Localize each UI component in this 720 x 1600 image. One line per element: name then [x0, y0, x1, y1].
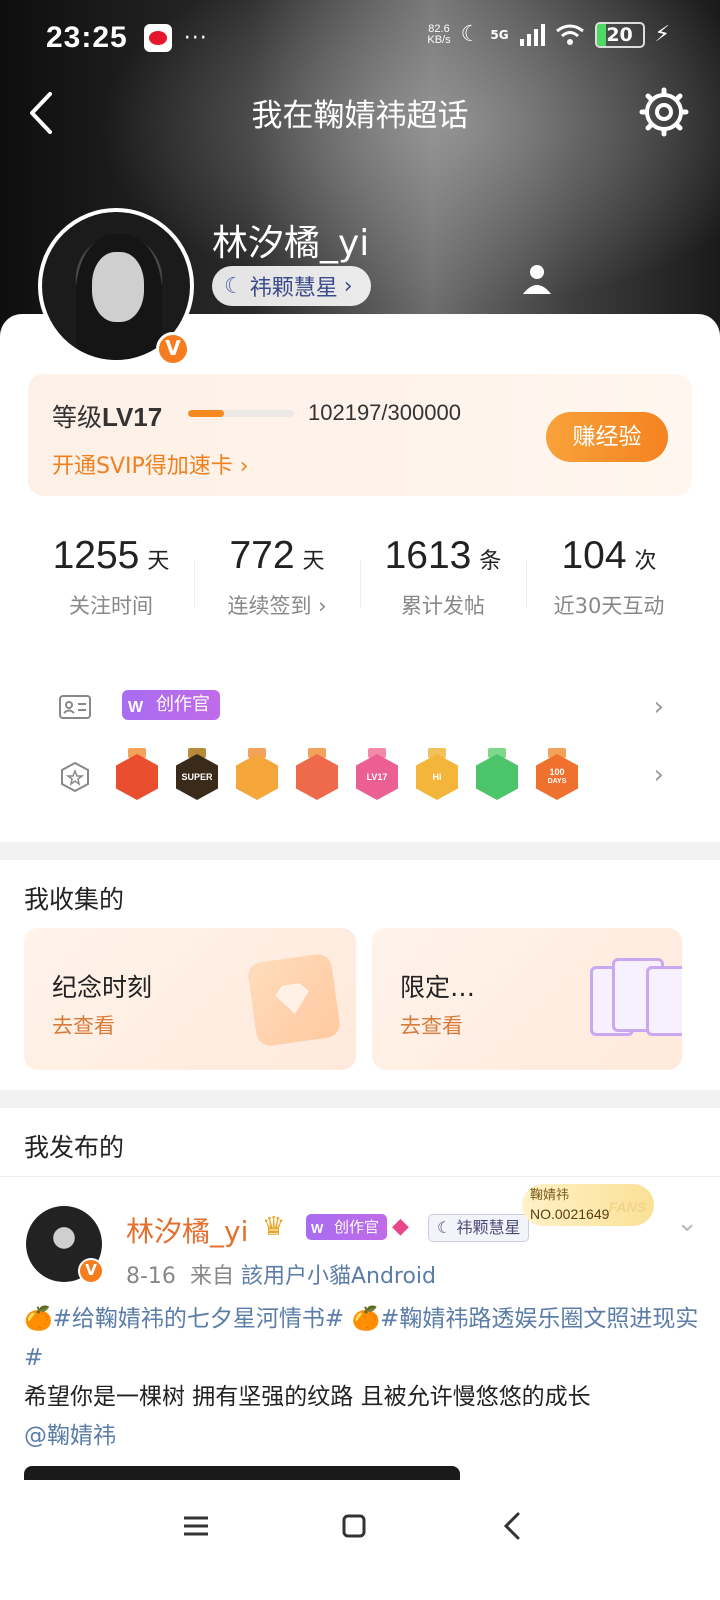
- post-meta: 8-16 来自 該用户小貓Android: [126, 1264, 437, 1289]
- fans-badge[interactable]: 鞠婧祎 NO.0021649 FANS: [522, 1184, 654, 1226]
- fan-level-title-pill[interactable]: ☾ 祎颗慧星 ›: [212, 266, 371, 306]
- medal-badge: LV17: [354, 748, 400, 804]
- level-label: 等级LV17: [52, 402, 163, 432]
- medal-badge: [234, 748, 280, 804]
- collections-title: 我收集的: [24, 885, 125, 914]
- id-card-icon: [59, 695, 91, 719]
- profile-name: 林汐橘_yi: [212, 223, 370, 264]
- level-exp: 102197/300000: [308, 400, 461, 425]
- crown-icon: ♛: [262, 1212, 286, 1242]
- wifi-icon: [555, 24, 584, 45]
- status-time: 23:25: [46, 21, 128, 54]
- charging-icon: ⚡: [654, 22, 670, 47]
- stat-interactions: 104 次 近30天互动: [526, 524, 692, 644]
- mention-link[interactable]: @鞠婧祎: [24, 1423, 116, 1449]
- section-divider: [0, 1090, 720, 1108]
- network-speed: 82.6 KB/s: [427, 23, 451, 46]
- profile-card: 等级LV17 102197/300000 开通SVIP得加速卡 › 赚经验 12…: [0, 314, 720, 844]
- stat-checkin-days[interactable]: 772 天 连续签到 ›: [194, 524, 360, 644]
- post-text: 希望你是一棵树 拥有坚强的纹路 且被允许慢悠悠的成长: [24, 1384, 591, 1410]
- page-title: 我在鞠婧祎超话: [251, 98, 469, 134]
- medal-badge: Hi: [414, 748, 460, 804]
- stats-row: 1255 天 关注时间 772 天 连续签到 › 1613 条 累计发帖 104 次 近…: [28, 524, 692, 644]
- battery-icon: 20: [594, 22, 645, 48]
- chevron-right-icon: ›: [311, 594, 327, 618]
- level-progress-bar: [188, 410, 294, 417]
- collection-card-moments[interactable]: 纪念时刻 去查看: [24, 928, 356, 1070]
- diamond-icon: ◆: [392, 1214, 409, 1239]
- level-card: 等级LV17 102197/300000 开通SVIP得加速卡 › 赚经验: [28, 374, 692, 496]
- post-body: 🍊#给鞠婧祎的七夕星河情书# 🍊#鞠婧祎路透娱乐圈文照进现实# 希望你是一棵树 …: [24, 1300, 700, 1456]
- menu-icon[interactable]: [176, 1506, 216, 1546]
- medal-badge: [294, 748, 340, 804]
- chevron-right-icon[interactable]: ›: [654, 692, 664, 722]
- system-nav-bar: [0, 1480, 720, 1600]
- avatar[interactable]: V: [38, 208, 194, 366]
- collectible-cards-icon: [590, 958, 682, 1038]
- signal-icon: [519, 24, 545, 46]
- top-nav-bar: 我在鞠婧祎超话: [0, 76, 720, 148]
- section-divider: [0, 842, 720, 860]
- post-creator-tag[interactable]: W 创作官: [306, 1214, 388, 1240]
- post-image[interactable]: [24, 1466, 460, 1480]
- fan-level-title: 祎颗慧星: [249, 276, 338, 301]
- creator-tag[interactable]: W 创作官: [122, 690, 220, 720]
- back-triangle-icon[interactable]: [494, 1506, 534, 1546]
- calendar-diamond-icon: [246, 952, 342, 1048]
- chevron-down-icon[interactable]: ⌄: [676, 1208, 698, 1238]
- home-square-icon[interactable]: [334, 1506, 374, 1546]
- posts-title: 我发布的: [24, 1133, 125, 1162]
- do-not-disturb-moon-icon: ☾: [460, 22, 481, 47]
- medal-badge: 100 DAYS: [534, 748, 580, 804]
- gear-icon[interactable]: [638, 86, 690, 138]
- medal-list[interactable]: SUPER LV17 Hi 100 DAYS: [114, 748, 594, 808]
- collection-card-limited[interactable]: 限定… 去查看: [372, 928, 682, 1070]
- more-notifications-icon: ···: [183, 25, 208, 51]
- hashtag-link[interactable]: #给鞠婧祎的七夕星河情书#: [53, 1306, 345, 1332]
- weibo-notification-icon: [143, 24, 172, 52]
- moon-icon: ☾: [437, 1218, 457, 1237]
- orange-emoji-icon: 🍊: [351, 1306, 381, 1332]
- chevron-right-icon[interactable]: ›: [654, 760, 664, 790]
- post-author[interactable]: 林汐橘_yi: [126, 1210, 248, 1250]
- stat-posts: 1613 条 累计发帖: [360, 524, 526, 644]
- verified-badge: V: [156, 332, 190, 366]
- orange-emoji-icon: 🍊: [24, 1306, 53, 1332]
- chevron-right-icon: ›: [239, 454, 249, 479]
- moon-icon: ☾: [224, 273, 244, 299]
- svip-link[interactable]: 开通SVIP得加速卡 ›: [52, 448, 249, 480]
- verified-badge: V: [78, 1258, 104, 1284]
- medal-icon: [61, 761, 89, 793]
- medal-badge: [474, 748, 520, 804]
- network-type: 5G: [490, 28, 509, 42]
- status-bar: 23:25 ··· 82.6 KB/s ☾ 5G 20 ⚡: [0, 0, 720, 76]
- medal-badge: SUPER: [174, 748, 220, 804]
- chevron-right-icon: ›: [343, 273, 353, 299]
- stat-follow-days: 1255 天 关注时间: [52, 534, 170, 618]
- badge-card: W 创作官 › SUPER LV17 Hi 100 DAYS ›: [28, 660, 692, 824]
- post-level-tag[interactable]: ☾ 祎颗慧星: [428, 1214, 530, 1242]
- posts-divider: [0, 1176, 720, 1177]
- earn-exp-button[interactable]: 赚经验: [546, 412, 668, 462]
- medal-badge: [114, 748, 160, 804]
- person-icon[interactable]: [520, 262, 554, 296]
